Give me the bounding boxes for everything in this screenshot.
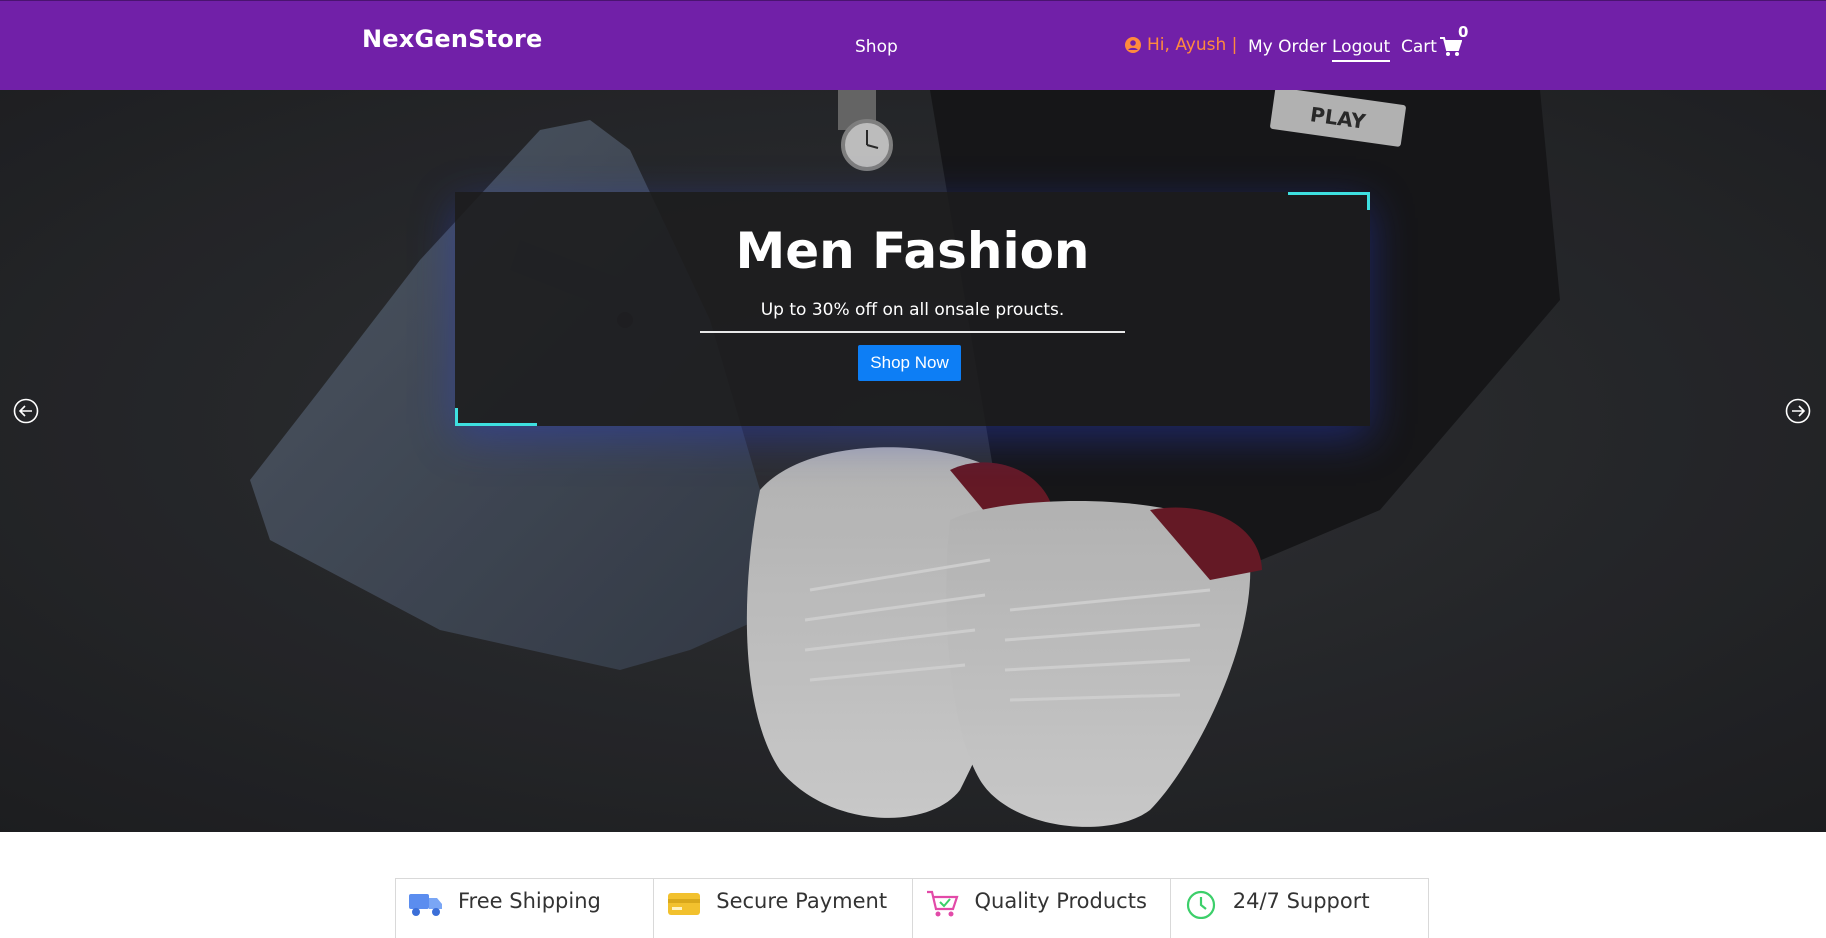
navbar: NexGenStore Shop Hi, Ayush | My Order Lo… bbox=[0, 0, 1826, 90]
hero-caption-box: Men Fashion Up to 30% off on all onsale … bbox=[455, 192, 1370, 426]
truck-icon bbox=[409, 894, 442, 916]
brand-logo[interactable]: NexGenStore bbox=[362, 25, 542, 53]
hero-subtitle: Up to 30% off on all onsale proucts. bbox=[760, 300, 1065, 320]
corner-accent-bottom-left bbox=[455, 408, 537, 426]
nav-link-my-order[interactable]: My Order bbox=[1248, 37, 1326, 57]
feature-quality-products: Quality Products bbox=[913, 879, 1171, 938]
carousel-prev-arrow-icon[interactable] bbox=[13, 398, 39, 424]
hero-title: Men Fashion bbox=[735, 222, 1090, 280]
clock-icon bbox=[1186, 890, 1215, 919]
hero-divider bbox=[700, 331, 1125, 333]
shop-now-button[interactable]: Shop Now bbox=[858, 345, 961, 381]
carousel-next-arrow-icon[interactable] bbox=[1785, 398, 1811, 424]
features-strip: Free Shipping Secure Payment Quality Pro… bbox=[395, 878, 1429, 938]
feature-secure-payment: Secure Payment bbox=[654, 879, 913, 938]
feature-label: Free Shipping bbox=[458, 889, 601, 913]
corner-accent-top-right bbox=[1288, 192, 1370, 210]
credit-card-icon bbox=[668, 893, 701, 915]
feature-label: 24/7 Support bbox=[1232, 889, 1370, 913]
feature-free-shipping: Free Shipping bbox=[396, 879, 655, 938]
greeting-text: Hi, Ayush | bbox=[1147, 35, 1238, 55]
user-greeting: Hi, Ayush | bbox=[1125, 35, 1237, 55]
nav-link-cart[interactable]: Cart bbox=[1401, 37, 1462, 57]
user-circle-icon bbox=[1125, 37, 1141, 53]
feature-label: Secure Payment bbox=[716, 889, 888, 913]
feature-support: 24/7 Support bbox=[1171, 879, 1428, 938]
nav-link-logout[interactable]: Logout bbox=[1332, 37, 1391, 62]
feature-label: Quality Products bbox=[974, 889, 1147, 913]
hero-carousel: PLAY bbox=[0, 90, 1826, 832]
shopping-cart-icon bbox=[926, 890, 959, 917]
nav-link-shop[interactable]: Shop bbox=[855, 37, 898, 57]
cart-label: Cart bbox=[1401, 37, 1437, 57]
cart-count-badge: 0 bbox=[1458, 23, 1469, 41]
